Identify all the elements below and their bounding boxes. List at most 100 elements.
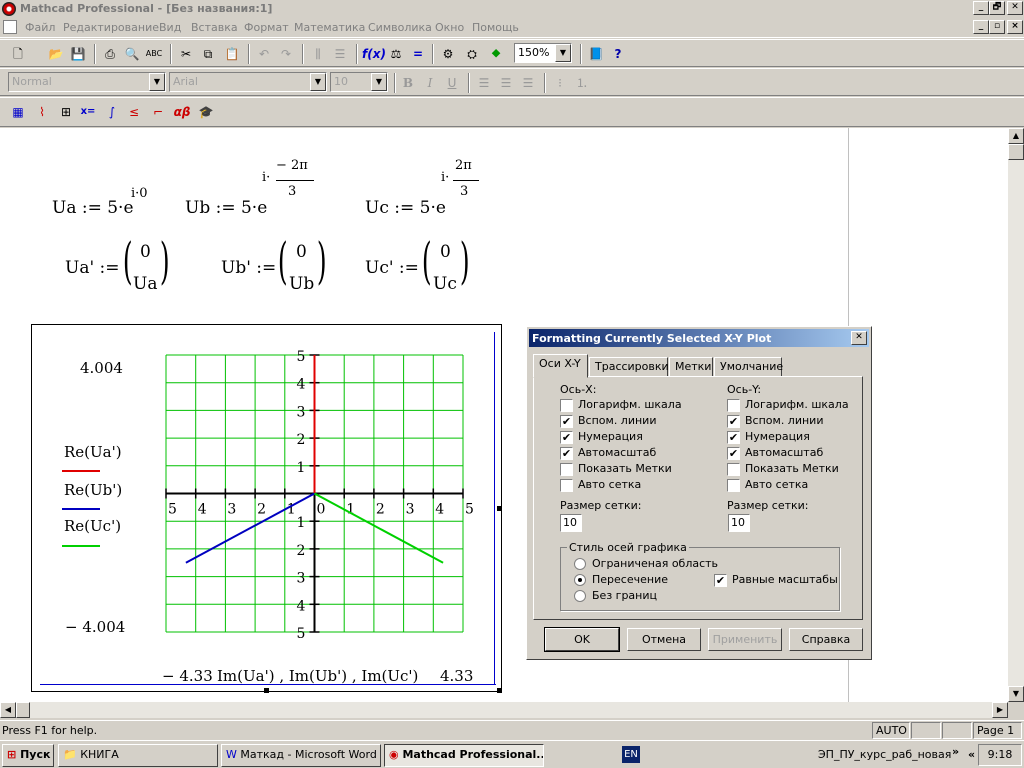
ok-button[interactable]: OK (544, 627, 620, 652)
menu-insert[interactable]: Вставка (191, 21, 238, 34)
legend-label-ua[interactable]: Re(Ua') (64, 443, 122, 461)
minimize-button[interactable]: _ (973, 1, 989, 15)
menu-math[interactable]: Математика (294, 21, 365, 34)
tab-labels[interactable]: Метки (669, 357, 713, 377)
calculate-icon[interactable]: = (408, 44, 428, 64)
style-select[interactable]: Normal ▼ (8, 72, 166, 92)
ua-vector-definition[interactable]: Ua' := (65, 258, 120, 278)
equal-scales-label[interactable]: Равные масштабы (732, 573, 838, 586)
resources-icon[interactable]: ⛭ (462, 44, 482, 64)
component-icon[interactable]: ⚙ (438, 44, 458, 64)
y-axis-option-label-2[interactable]: Нумерация (745, 430, 810, 443)
cancel-button[interactable]: Отмена (627, 628, 701, 651)
greek-icon[interactable]: αβ (172, 102, 192, 122)
print-icon[interactable]: ⎙ (100, 44, 120, 64)
apply-button[interactable]: Применить (708, 628, 782, 651)
radio-crossed-label[interactable]: Пересечение (592, 573, 668, 586)
ub-vector-definition[interactable]: Ub' := (221, 258, 276, 278)
align-down-icon[interactable]: ☰ (330, 44, 350, 64)
font-size-select[interactable]: 10 ▼ (330, 72, 388, 92)
x-axis-option-label-5[interactable]: Авто сетка (578, 478, 641, 491)
language-indicator[interactable]: EN (622, 746, 640, 763)
scroll-left-button[interactable]: ◀ (0, 702, 16, 718)
y-axis-option-checkbox-2[interactable]: ✔ (727, 431, 740, 444)
y-axis-option-label-4[interactable]: Показать Метки (745, 462, 839, 475)
x-axis-option-label-1[interactable]: Вспом. линии (578, 414, 656, 427)
radio-none-label[interactable]: Без границ (592, 589, 657, 602)
undo-icon[interactable]: ↶ (254, 44, 274, 64)
redo-icon[interactable]: ↷ (276, 44, 296, 64)
radio-crossed[interactable] (574, 574, 586, 586)
underline-button[interactable]: U (442, 73, 462, 93)
radio-none[interactable] (574, 590, 586, 602)
y-axis-option-label-1[interactable]: Вспом. линии (745, 414, 823, 427)
resize-handle-right[interactable] (497, 506, 502, 511)
align-right-icon[interactable]: ☰ (518, 73, 538, 93)
maximize-button[interactable]: 🗗 (989, 1, 1005, 15)
y-axis-option-checkbox-0[interactable] (727, 399, 740, 412)
calculator-icon[interactable]: ▦ (8, 102, 28, 122)
x-axis-option-label-4[interactable]: Показать Метки (578, 462, 672, 475)
tray-toolbar-text[interactable]: ЭП_ПУ_курс_раб_новая (818, 748, 951, 761)
menu-symbolics[interactable]: Символика (368, 21, 432, 34)
boolean-icon[interactable]: ≤ (124, 102, 144, 122)
evaluation-icon[interactable]: x= (78, 102, 98, 122)
symbolic-icon[interactable]: 🎓 (196, 102, 216, 122)
horizontal-scrollbar[interactable]: ◀ ▶ (0, 702, 1008, 718)
menu-file[interactable]: Файл (25, 21, 55, 34)
y-axis-option-checkbox-1[interactable]: ✔ (727, 415, 740, 428)
scroll-right-button[interactable]: ▶ (992, 702, 1008, 718)
scroll-up-button[interactable]: ▲ (1008, 128, 1024, 144)
x-axis-option-label-0[interactable]: Логарифм. шкала (578, 398, 682, 411)
legend-label-uc[interactable]: Re(Uc') (64, 517, 121, 535)
chevron-down-icon[interactable]: ▼ (555, 44, 571, 62)
insert-unit-icon[interactable]: ⚖ (386, 44, 406, 64)
cut-icon[interactable]: ✂ (176, 44, 196, 64)
document-icon[interactable] (3, 20, 17, 34)
print-preview-icon[interactable]: 🔍 (122, 44, 142, 64)
y-axis-option-label-5[interactable]: Авто сетка (745, 478, 808, 491)
x-axis-option-checkbox-2[interactable]: ✔ (560, 431, 573, 444)
numbering-icon[interactable]: ⒈ (572, 73, 592, 93)
doc-close-button[interactable]: × (1007, 20, 1023, 34)
chevron-down-icon[interactable]: ▼ (149, 73, 165, 91)
paste-icon[interactable]: 📋 (222, 44, 242, 64)
y-min-label[interactable]: − 4.004 (65, 618, 125, 636)
task-kniga[interactable]: 📁 КНИГА (58, 744, 218, 767)
y-max-label[interactable]: 4.004 (80, 359, 123, 377)
zoom-select[interactable]: 150% ▼ (514, 43, 572, 63)
uc-vector-definition[interactable]: Uc' := (365, 258, 419, 278)
x-axis-option-checkbox-0[interactable] (560, 399, 573, 412)
x-axis-option-checkbox-4[interactable] (560, 463, 573, 476)
resize-handle-corner[interactable] (497, 688, 502, 693)
save-icon[interactable]: 💾 (68, 44, 88, 64)
graph-icon[interactable]: ⌇ (32, 102, 52, 122)
tree-icon[interactable]: ⯁ (486, 44, 506, 64)
y-grid-size-input[interactable]: 10 (728, 514, 750, 532)
ua-definition[interactable]: Ua := 5·e (52, 198, 134, 218)
x-axis-option-label-2[interactable]: Нумерация (578, 430, 643, 443)
open-icon[interactable]: 📂 (46, 44, 66, 64)
resource-center-icon[interactable]: 📘 (586, 44, 606, 64)
menu-format[interactable]: Формат (244, 21, 289, 34)
doc-restore-button[interactable]: ▫ (989, 20, 1005, 34)
menu-window[interactable]: Окно (435, 21, 464, 34)
chevron-down-icon[interactable]: ▼ (371, 73, 387, 91)
calculus-icon[interactable]: ∫ (102, 102, 122, 122)
help-icon[interactable]: ? (608, 44, 628, 64)
tab-defaults[interactable]: Умолчание (714, 357, 783, 377)
uc-definition[interactable]: Uc := 5·e (365, 198, 446, 218)
y-axis-option-checkbox-4[interactable] (727, 463, 740, 476)
y-axis-option-checkbox-5[interactable] (727, 479, 740, 492)
x-axis-option-checkbox-5[interactable] (560, 479, 573, 492)
equal-scales-checkbox[interactable]: ✔ (714, 574, 727, 587)
ub-definition[interactable]: Ub := 5·e (185, 198, 267, 218)
resize-handle-bottom[interactable] (264, 688, 269, 693)
insert-function-icon[interactable]: f(x) (362, 44, 386, 64)
spell-check-icon[interactable]: ABC (144, 44, 164, 64)
y-axis-option-label-0[interactable]: Логарифм. шкала (745, 398, 849, 411)
tray-chevron[interactable]: » (952, 745, 959, 758)
chevron-down-icon[interactable]: ▼ (310, 73, 326, 91)
x-axis-option-checkbox-1[interactable]: ✔ (560, 415, 573, 428)
tab-traces[interactable]: Трассировки (589, 357, 669, 377)
